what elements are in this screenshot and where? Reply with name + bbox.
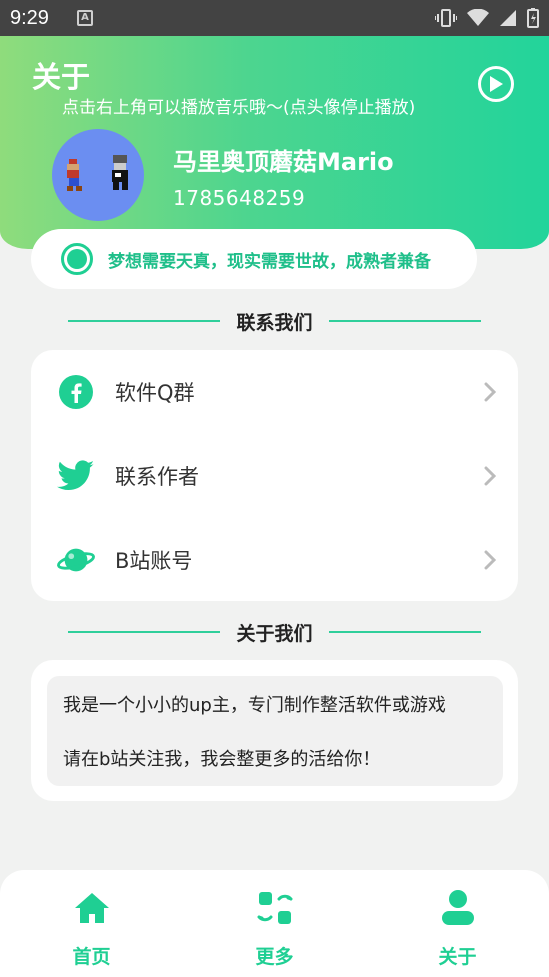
notification-icon: A bbox=[76, 10, 93, 26]
about-text-line: 我是一个小小的up主，专门制作整活软件或游戏 bbox=[63, 695, 446, 716]
motto-text: 梦想需要天真，现实需要世故，成熟者兼备 bbox=[108, 251, 431, 272]
contact-section-header: 联系我们 bbox=[0, 306, 549, 336]
chevron-right-icon bbox=[484, 382, 496, 402]
planet-icon bbox=[57, 541, 95, 579]
nav-label: 更多 bbox=[255, 946, 294, 968]
battery-icon bbox=[527, 8, 539, 28]
about-card: 我是一个小小的up主，专门制作整活软件或游戏 请在b站关注我，我会整更多的活给你… bbox=[31, 660, 518, 801]
twitter-icon bbox=[57, 457, 95, 495]
user-id: 1785648259 bbox=[173, 186, 306, 210]
avatar[interactable] bbox=[52, 129, 144, 221]
user-name: 马里奥顶蘑菇Mario bbox=[173, 148, 394, 176]
page-title: 关于 bbox=[32, 60, 91, 94]
home-icon bbox=[72, 888, 112, 928]
divider-line bbox=[328, 320, 481, 322]
contact-item-label: 联系作者 bbox=[115, 465, 199, 489]
about-text-line: 请在b站关注我，我会整更多的活给你！ bbox=[63, 749, 381, 770]
motto-card: 梦想需要天真，现实需要世故，成熟者兼备 bbox=[31, 229, 477, 289]
about-section-title: 关于我们 bbox=[236, 622, 313, 645]
nav-item-home[interactable]: 首页 bbox=[0, 870, 183, 977]
facebook-icon bbox=[57, 373, 95, 411]
vibrate-icon bbox=[435, 9, 457, 27]
divider-line bbox=[68, 631, 221, 633]
contact-item-label: B站账号 bbox=[115, 549, 193, 573]
nav-item-about[interactable]: 关于 bbox=[366, 870, 549, 977]
status-icons bbox=[435, 8, 539, 28]
nav-label: 关于 bbox=[438, 946, 477, 968]
radio-dot-icon bbox=[61, 243, 93, 275]
profile-header: 关于 点击右上角可以播放音乐哦～(点头像停止播放) 马里奥顶蘑菇Mario 17… bbox=[0, 36, 549, 249]
divider-line bbox=[68, 320, 221, 322]
contact-item-qq-group[interactable]: 软件Q群 bbox=[31, 350, 518, 434]
bottom-navigation: 首页 更多 关于 bbox=[0, 870, 549, 977]
chevron-right-icon bbox=[484, 466, 496, 486]
contact-item-author[interactable]: 联系作者 bbox=[31, 434, 518, 518]
about-text-box: 我是一个小小的up主，专门制作整活软件或游戏 请在b站关注我，我会整更多的活给你… bbox=[47, 676, 503, 786]
divider-line bbox=[328, 631, 481, 633]
play-icon bbox=[490, 76, 503, 92]
chevron-right-icon bbox=[484, 550, 496, 570]
contact-section-title: 联系我们 bbox=[236, 311, 313, 334]
status-bar: 9:29 A bbox=[0, 0, 549, 36]
wifi-icon bbox=[467, 9, 489, 26]
page-subtitle: 点击右上角可以播放音乐哦～(点头像停止播放) bbox=[62, 98, 416, 118]
contact-card: 软件Q群 联系作者 B站账号 bbox=[31, 350, 518, 601]
signal-icon bbox=[500, 10, 516, 26]
avatar-image bbox=[67, 155, 128, 191]
status-time: 9:29 bbox=[10, 6, 49, 29]
contact-item-label: 软件Q群 bbox=[115, 381, 195, 405]
play-music-button[interactable] bbox=[478, 66, 514, 102]
user-icon bbox=[438, 888, 478, 928]
about-section-header: 关于我们 bbox=[0, 617, 549, 647]
contact-item-bilibili[interactable]: B站账号 bbox=[31, 518, 518, 602]
nav-item-more[interactable]: 更多 bbox=[183, 870, 366, 977]
apps-icon bbox=[255, 888, 295, 928]
nav-label: 首页 bbox=[72, 946, 111, 968]
